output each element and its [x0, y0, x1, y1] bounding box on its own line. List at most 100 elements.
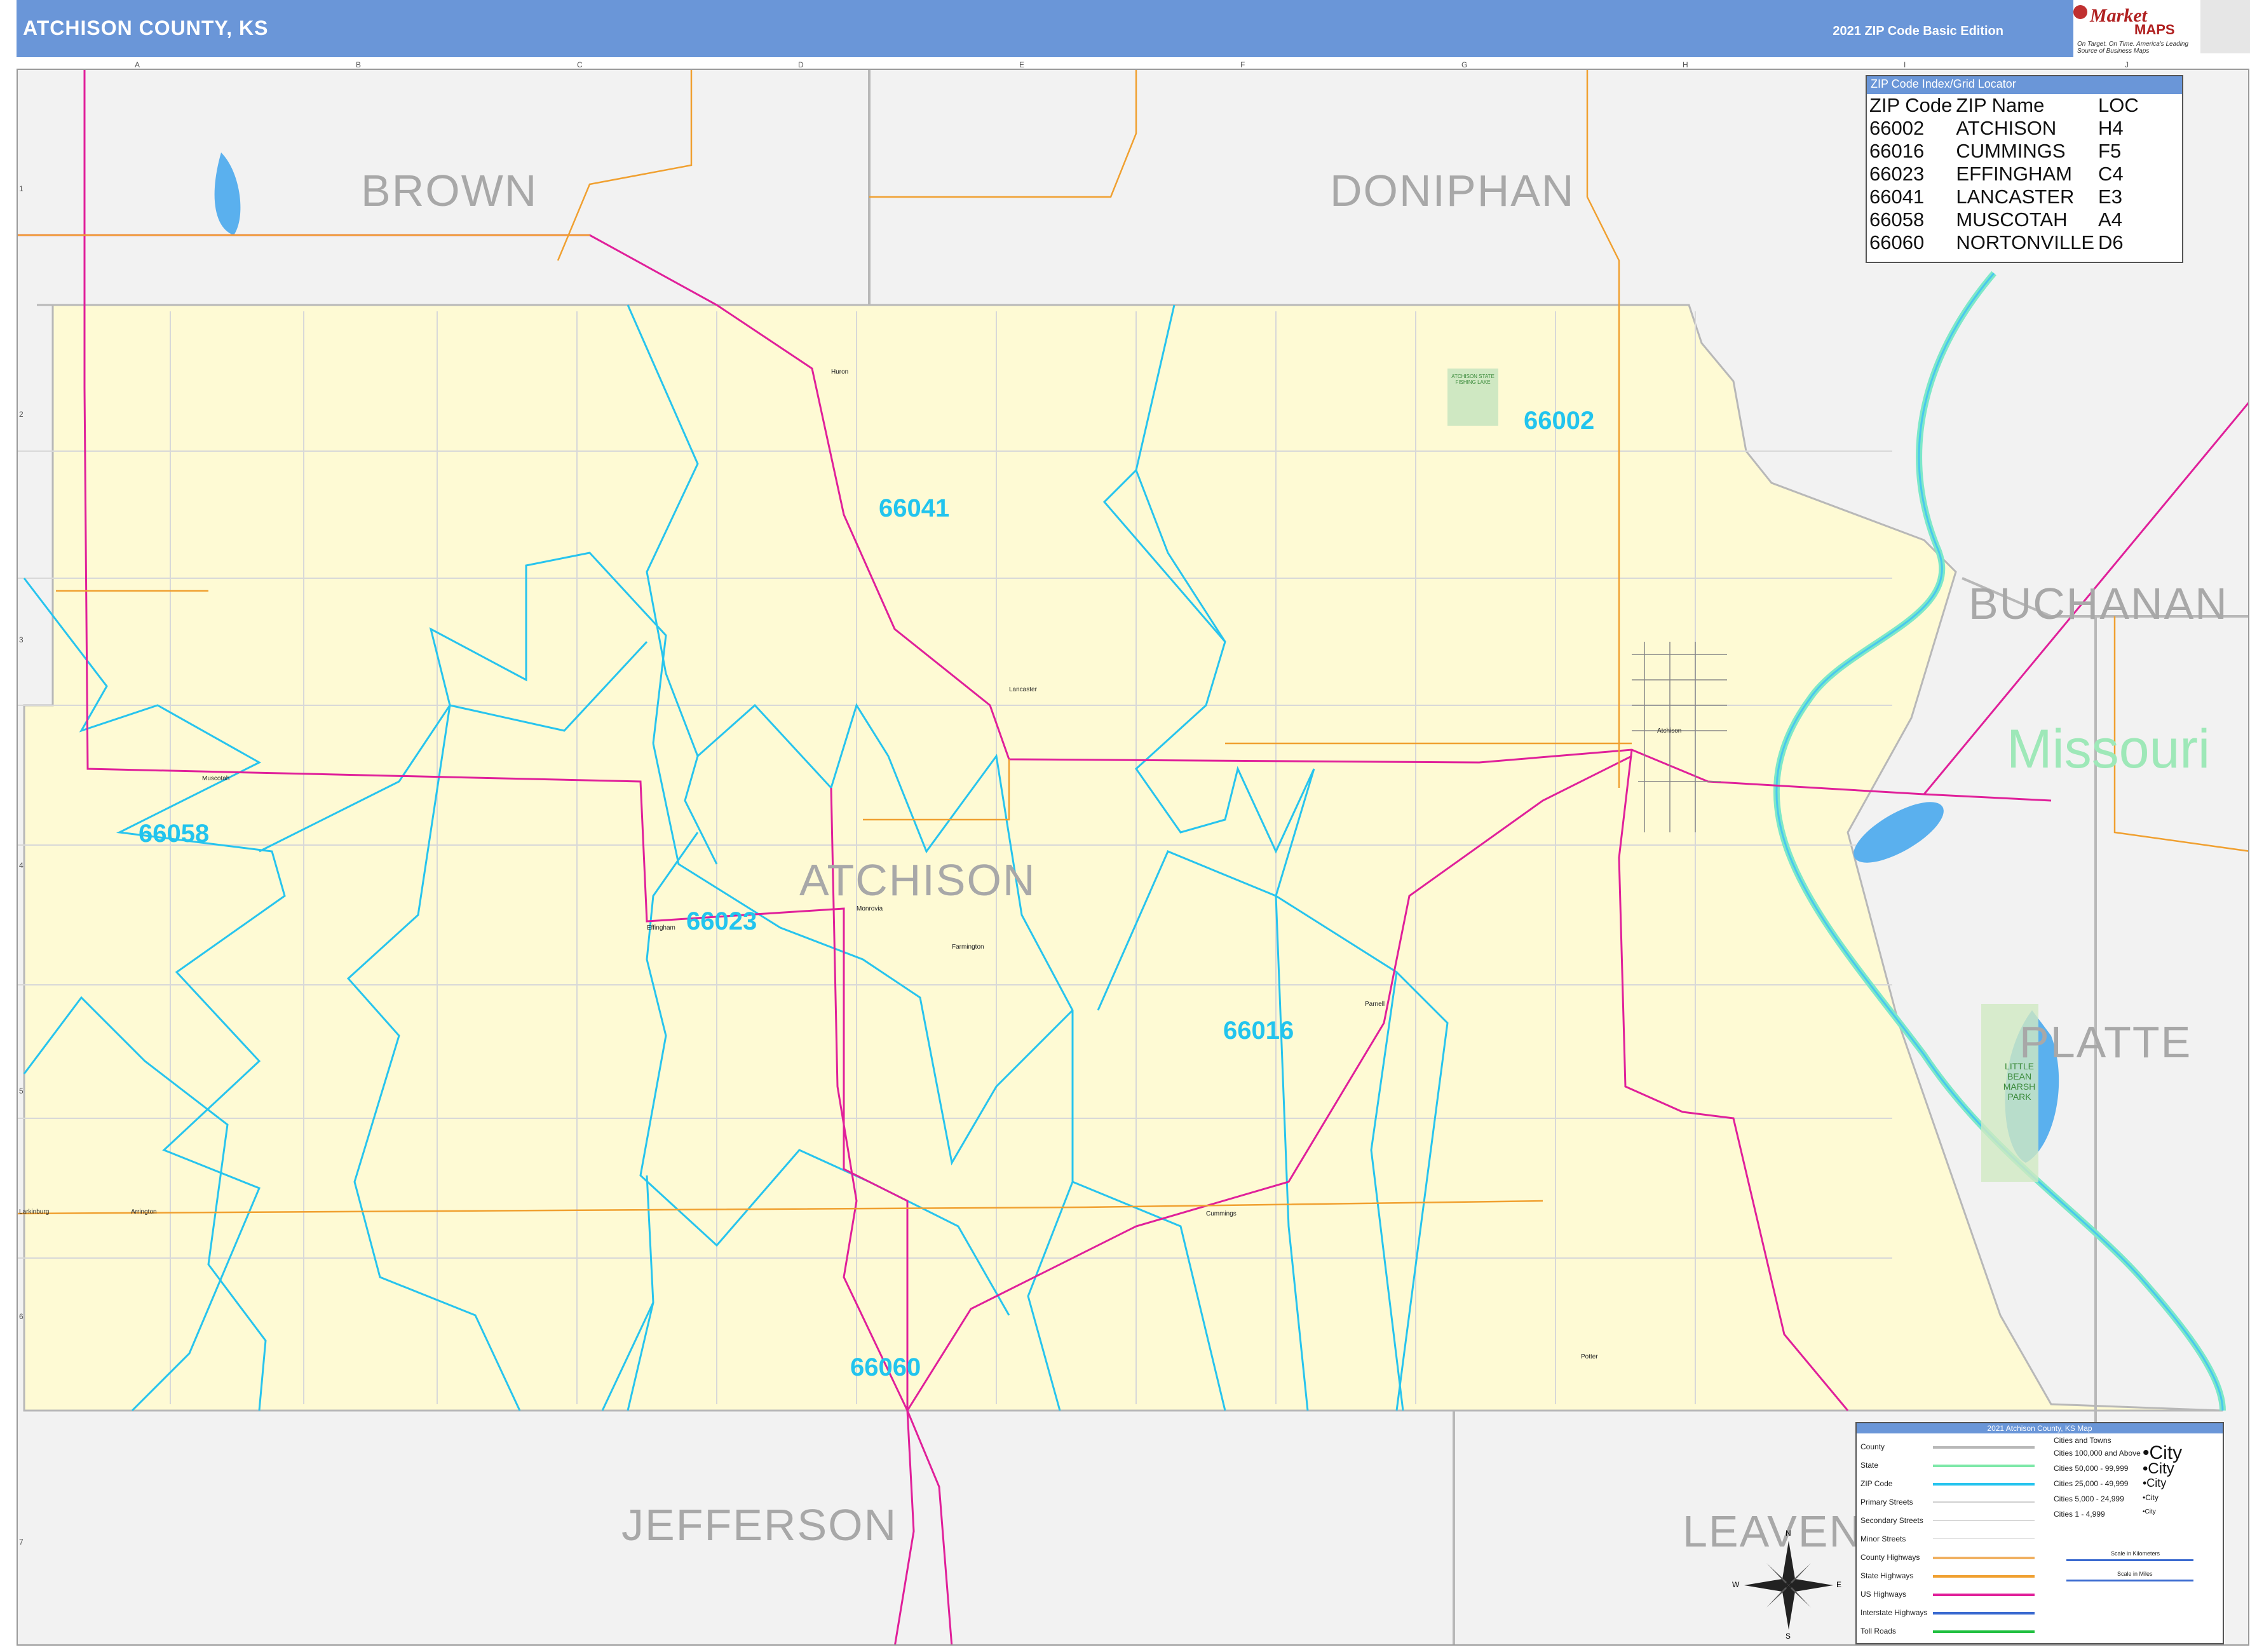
legend-city-sample-xs: •City: [2143, 1493, 2159, 1502]
grid-col-label: B: [356, 60, 362, 69]
county-label-jefferson: JEFFERSON: [621, 1500, 898, 1550]
zip-cell: 66023: [1869, 163, 1925, 185]
map-canvas[interactable]: BROWN DONIPHAN ATCHISON BUCHANAN PLATTE …: [17, 69, 2249, 1646]
legend-swatch-toll: [1933, 1630, 2035, 1633]
town-huron: Huron: [831, 369, 849, 376]
name-cell: EFFINGHAM: [1956, 163, 2072, 185]
legend-item-zip: ZIP Code: [1860, 1479, 1893, 1488]
logo-maps: MAPS: [2134, 22, 2175, 37]
grid-col-label: A: [135, 60, 140, 69]
grid-col-label: J: [2125, 60, 2129, 69]
town-lancaster: Lancaster: [1009, 686, 1037, 693]
legend-scale-mi-label: Scale in Miles: [2117, 1571, 2153, 1577]
zip-index-table: ZIP Code ZIP Name LOC 66002 ATCHISON H4 …: [1869, 94, 2143, 254]
legend-item-interstate: Interstate Highways: [1860, 1608, 1928, 1617]
table-row: 66016 CUMMINGS F5: [1869, 140, 2143, 163]
county-label-buchanan: BUCHANAN: [1969, 579, 2228, 628]
compass-e: E: [1836, 1580, 1842, 1589]
legend-item-primary: Primary Streets: [1860, 1498, 1913, 1506]
legend-header: 2021 Atchison County, KS Map: [1857, 1423, 2223, 1433]
grid-col-label: I: [1904, 60, 1906, 69]
grid-row-label: 3: [19, 635, 24, 644]
atchison-county-area: [23, 304, 2223, 1412]
grid-col-label: C: [577, 60, 583, 69]
loc-cell: C4: [2098, 163, 2124, 185]
market-maps-logo: Market MAPS On Target. On Time. America'…: [2073, 0, 2200, 55]
legend-city-sample-small: •City: [2143, 1477, 2167, 1489]
legend-city-25k: Cities 25,000 - 49,999: [2054, 1479, 2129, 1488]
town-farmington: Farmington: [952, 944, 984, 951]
table-row: 66002 ATCHISON H4: [1869, 117, 2143, 140]
compass-w: W: [1732, 1580, 1740, 1589]
legend-scale-km-bar: [2066, 1559, 2193, 1561]
legend-item-secondary: Secondary Streets: [1860, 1516, 1923, 1525]
grid-col-label: E: [1019, 60, 1025, 69]
grid-row-label: 1: [19, 184, 24, 193]
col-zip: ZIP Code: [1869, 94, 1953, 116]
name-cell: NORTONVILLE: [1956, 231, 2095, 254]
state-label-missouri: Missouri: [2007, 719, 2211, 780]
grid-col-label: G: [1461, 60, 1468, 69]
table-row: 66060 NORTONVILLE D6: [1869, 231, 2143, 254]
table-row: 66041 LANCASTER E3: [1869, 186, 2143, 208]
name-cell: CUMMINGS: [1956, 140, 2066, 162]
loc-cell: E3: [2098, 186, 2122, 208]
map-legend: 2021 Atchison County, KS Map County Stat…: [1855, 1422, 2224, 1644]
zip-index-header-row: ZIP Code ZIP Name LOC: [1869, 94, 2143, 117]
legend-scale-mi-bar: [2066, 1580, 2193, 1581]
legend-scale-km-label: Scale in Kilometers: [2111, 1550, 2160, 1557]
legend-city-1: Cities 1 - 4,999: [2054, 1510, 2105, 1519]
compass-rose-icon: N S W E: [1732, 1529, 1841, 1641]
grid-row-label: 2: [19, 410, 24, 419]
legend-swatch-state-hwy: [1933, 1575, 2035, 1578]
header-bar: ATCHISON COUNTY, KS 2021 ZIP Code Basic …: [17, 0, 2073, 57]
zip-cell: 66041: [1869, 186, 1925, 208]
park-label-little-bean: LITTLE BEAN MARSH PARK: [2003, 1061, 2036, 1102]
grid-row-label: 5: [19, 1087, 24, 1095]
legend-item-state: State: [1860, 1461, 1879, 1470]
zip-label-66041: 66041: [879, 494, 950, 522]
zip-index-panel: ZIP Code Index/Grid Locator ZIP Code ZIP…: [1866, 75, 2183, 263]
col-name: ZIP Name: [1956, 94, 2045, 116]
loc-cell: F5: [2098, 140, 2122, 162]
legend-swatch-zip: [1933, 1483, 2035, 1486]
legend-swatch-interstate: [1933, 1612, 2035, 1615]
legend-swatch-county: [1933, 1446, 2035, 1449]
legend-city-sample-medium: •City: [2143, 1460, 2174, 1477]
legend-item-county-hwy: County Highways: [1860, 1553, 1920, 1562]
legend-swatch-secondary: [1933, 1520, 2035, 1521]
legend-city-50k: Cities 50,000 - 99,999: [2054, 1464, 2129, 1473]
zip-cell: 66016: [1869, 140, 1925, 162]
town-parnell: Parnell: [1365, 1001, 1385, 1008]
zip-cell: 66058: [1869, 208, 1925, 231]
legend-swatch-primary: [1933, 1501, 2035, 1503]
name-cell: ATCHISON: [1956, 117, 2057, 139]
logo-tagline: On Target. On Time. America's Leading So…: [2077, 41, 2189, 55]
zip-label-66002: 66002: [1524, 407, 1595, 435]
park-label-fishing-lake: ATCHISON STATE FISHING LAKE: [1451, 374, 1494, 385]
county-label-doniphan: DONIPHAN: [1330, 166, 1575, 215]
grid-row-label: 6: [19, 1312, 24, 1321]
col-loc: LOC: [2098, 94, 2139, 116]
zip-label-66016: 66016: [1223, 1017, 1294, 1045]
legend-item-county: County: [1860, 1442, 1885, 1451]
legend-item-toll: Toll Roads: [1860, 1627, 1897, 1635]
county-label-brown: BROWN: [361, 166, 538, 215]
county-label-atchison: ATCHISON: [799, 855, 1036, 905]
town-monrovia: Monrovia: [857, 905, 883, 912]
legend-city-sample-xxs: •City: [2143, 1508, 2156, 1515]
compass-s: S: [1786, 1632, 1791, 1641]
zip-cell: 66002: [1869, 117, 1925, 139]
legend-cities-title: Cities and Towns: [2054, 1436, 2111, 1445]
grid-row-label: 4: [19, 861, 24, 870]
town-larkinburg: Larkinburg: [19, 1209, 50, 1215]
grid-col-label: D: [798, 60, 804, 69]
grid-row-label: 7: [19, 1538, 24, 1547]
compass-n: N: [1786, 1529, 1791, 1538]
loc-cell: A4: [2098, 208, 2122, 231]
legend-swatch-county-hwy: [1933, 1557, 2035, 1559]
grid-col-label: F: [1240, 60, 1245, 69]
lake: [214, 152, 241, 235]
zip-index-header: ZIP Code Index/Grid Locator: [1867, 76, 2182, 94]
town-muscotah: Muscotah: [202, 775, 230, 782]
